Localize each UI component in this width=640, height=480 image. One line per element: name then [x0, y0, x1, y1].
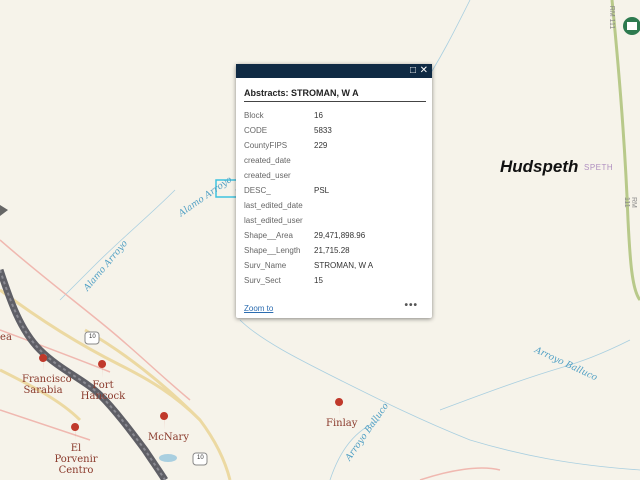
more-options-icon[interactable]: ••• [404, 300, 418, 311]
attribute-row: Surv_Sect 15 [244, 273, 426, 288]
place-label-mcnary: McNary [148, 432, 189, 443]
place-label-fort-hancock: Fort Hancock [80, 380, 126, 402]
attribute-row: DESC_ PSL [244, 183, 426, 198]
county-label-ghost: SPETH [584, 163, 614, 172]
attribute-key: Shape__Length [244, 246, 301, 255]
attribute-key: last_edited_user [244, 216, 303, 225]
attribute-value: PSL [314, 186, 330, 195]
attribute-value: 21,715.28 [314, 246, 350, 255]
attribute-value: STROMAN, W A [314, 261, 374, 270]
attribute-row: created_date [244, 153, 426, 168]
popup-header: □ ✕ [236, 64, 432, 78]
attribute-value: 16 [314, 111, 323, 120]
location-marker-icon-glyph [627, 22, 637, 30]
attribute-row: Block 16 [244, 108, 426, 123]
attribute-key: Surv_Name [244, 261, 287, 270]
attribute-key: DESC_ [244, 186, 271, 195]
attribute-key: created_date [244, 156, 291, 165]
road-label-top-right: RM 111 [608, 5, 616, 30]
attribute-row: CODE 5833 [244, 123, 426, 138]
interstate-shield-label-1: 10 [89, 334, 96, 340]
attribute-row: created_user [244, 168, 426, 183]
attribute-row: Shape__Length 21,715.28 [244, 243, 426, 258]
place-label-left-edge: ea [0, 332, 12, 343]
place-label-francisco-sarabia: Francisco Sarabia [22, 374, 72, 396]
attribute-key: created_user [244, 171, 291, 180]
popup-title: Abstracts: STROMAN, W A [244, 88, 359, 98]
attribute-key: last_edited_date [244, 201, 303, 210]
attribute-row: Surv_Name STROMAN, W A [244, 258, 426, 273]
maximize-icon[interactable]: □ [410, 65, 416, 77]
attribute-table: Block 16 CODE 5833 CountyFIPS 229 created_date… [244, 108, 426, 288]
feature-popup: □ ✕ Abstracts: STROMAN, W A Block 16 CODE 5… [236, 64, 432, 318]
place-label-finlay: Finlay [326, 418, 358, 429]
place-label-el-porvenir-centro: El Porvenir Centro [54, 443, 98, 476]
attribute-row: Shape__Area 29,471,898.96 [244, 228, 426, 243]
county-label-hudspeth: Hudspeth [500, 157, 579, 176]
attribute-row: CountyFIPS 229 [244, 138, 426, 153]
road-label-mid-right: RM 111 [623, 197, 637, 208]
attribute-key: CountyFIPS [244, 141, 288, 150]
attribute-value: 29,471,898.96 [314, 231, 366, 240]
attribute-value: 5833 [314, 126, 332, 135]
attribute-key: Surv_Sect [244, 276, 281, 285]
close-icon[interactable]: ✕ [420, 65, 428, 77]
attribute-value: 15 [314, 276, 323, 285]
attribute-row: last_edited_date [244, 198, 426, 213]
attribute-value: 229 [314, 141, 328, 150]
lake [159, 454, 177, 462]
attribute-key: Shape__Area [244, 231, 293, 240]
attribute-row: last_edited_user [244, 213, 426, 228]
zoom-to-link[interactable]: Zoom to [244, 304, 273, 313]
popup-title-divider [244, 101, 426, 102]
interstate-shield-label-2: 10 [197, 455, 204, 461]
attribute-key: Block [244, 111, 264, 120]
attribute-key: CODE [244, 126, 268, 135]
